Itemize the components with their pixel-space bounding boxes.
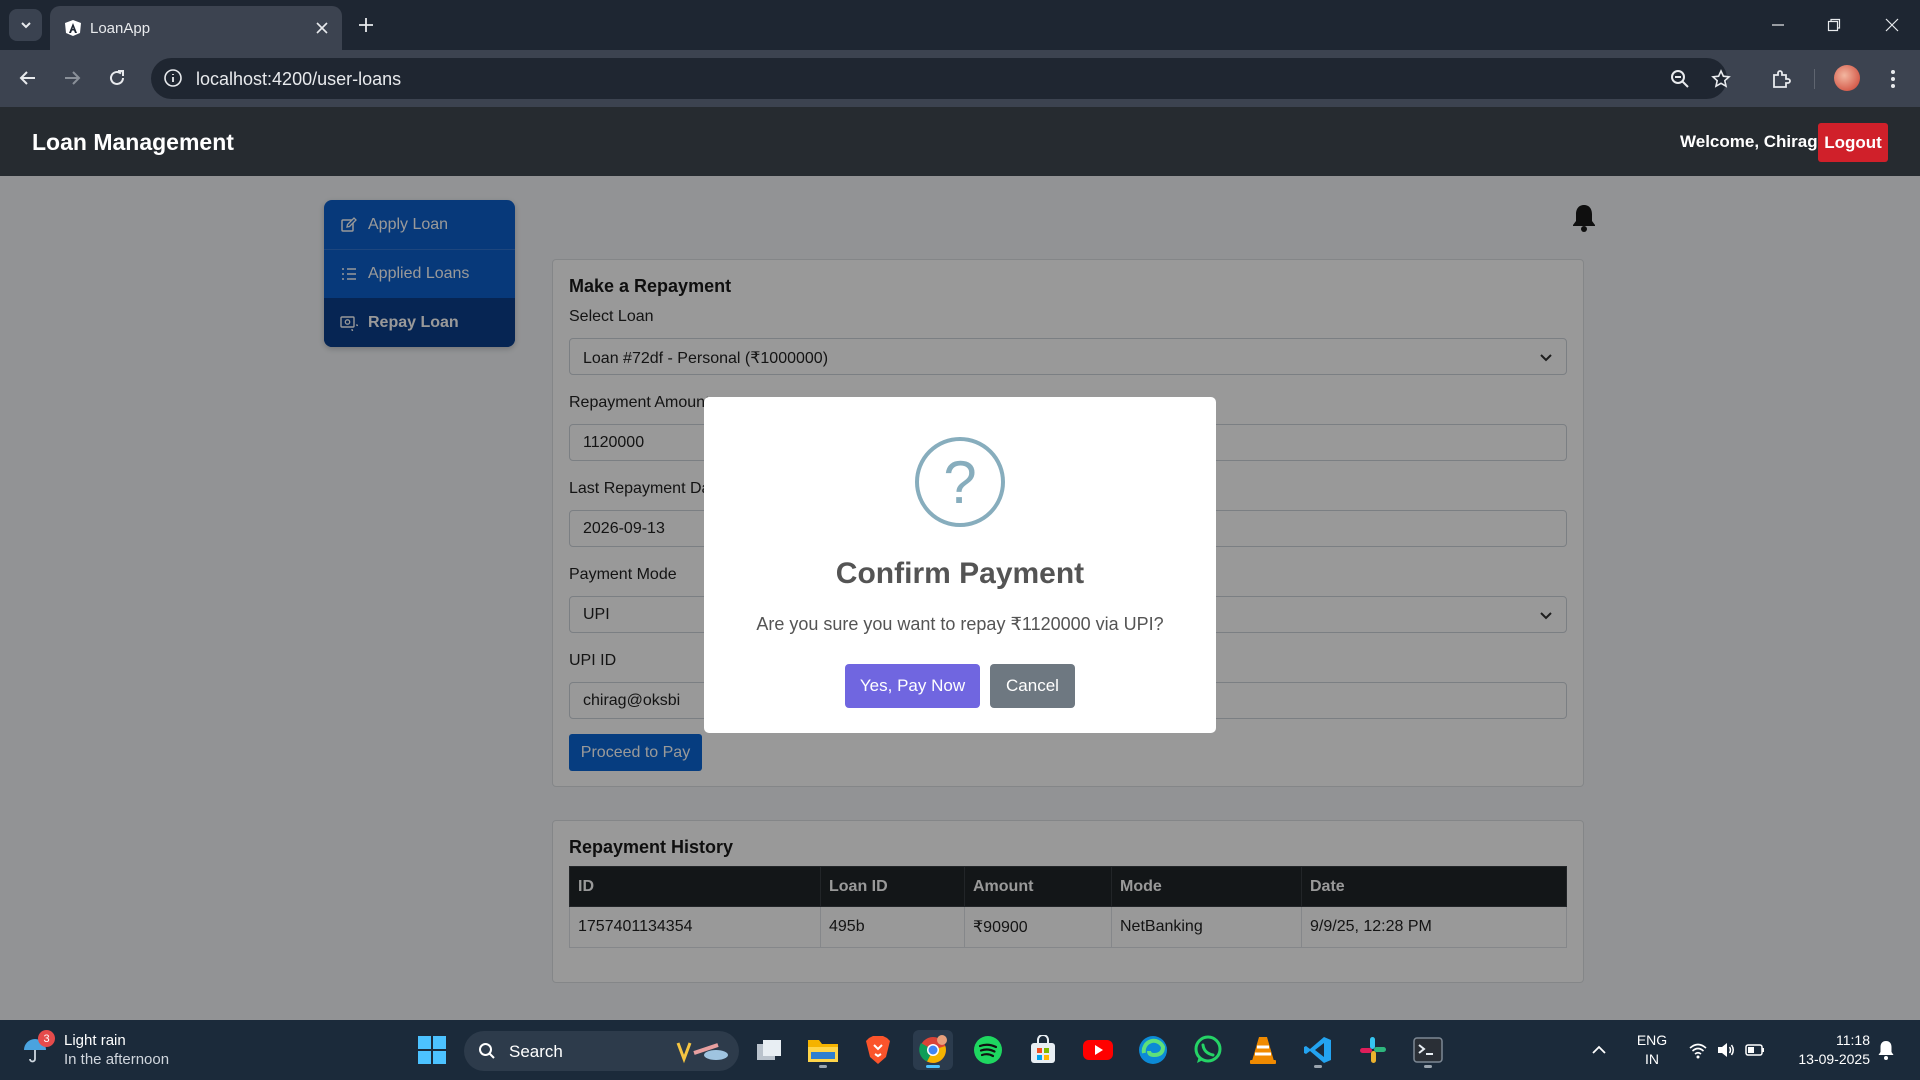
youtube-icon (1083, 1040, 1113, 1060)
spotify-icon (974, 1036, 1002, 1064)
weather-badge: 3 (38, 1030, 55, 1047)
vlc-cone-icon (1250, 1037, 1276, 1064)
windows-logo-icon (418, 1036, 446, 1064)
wifi-icon[interactable] (1688, 1040, 1708, 1060)
store-icon (1031, 1035, 1055, 1063)
language-indicator[interactable]: ENG IN (1636, 1031, 1668, 1069)
weather-forecast: In the afternoon (64, 1051, 170, 1068)
taskbar-app-vlc[interactable] (1243, 1030, 1283, 1070)
welcome-text: Welcome, Chirag (1680, 132, 1818, 151)
volume-icon[interactable] (1716, 1040, 1736, 1060)
app-navbar: Loan Management Welcome, Chirag Logout (0, 107, 1920, 176)
angular-favicon-icon (65, 20, 81, 36)
confirm-pay-button[interactable]: Yes, Pay Now (845, 664, 980, 708)
taskbar-app-file-explorer[interactable] (803, 1030, 843, 1070)
search-highlight-icon (676, 1042, 728, 1064)
language-region: IN (1645, 1051, 1659, 1067)
zoom-button[interactable] (1668, 67, 1692, 91)
chevron-down-icon (20, 22, 31, 29)
new-tab-button[interactable] (352, 11, 380, 39)
profile-avatar[interactable] (1834, 65, 1860, 91)
chevron-up-icon[interactable] (1589, 1040, 1609, 1060)
taskbar-app-terminal[interactable] (1408, 1030, 1448, 1070)
running-indicator (1314, 1065, 1322, 1068)
vscode-icon (1304, 1037, 1331, 1063)
tab-search-button[interactable] (9, 9, 42, 41)
minimize-button[interactable] (1758, 10, 1798, 40)
tab-title: LoanApp (90, 20, 151, 37)
taskbar-app-vscode[interactable] (1298, 1030, 1338, 1070)
zoom-out-icon (1671, 70, 1689, 88)
task-view-icon (757, 1040, 781, 1060)
taskbar-app-youtube[interactable] (1078, 1030, 1118, 1070)
taskbar-app-edge[interactable] (1133, 1030, 1173, 1070)
minimize-icon (1772, 24, 1784, 26)
clock-time: 11:18 (1836, 1032, 1870, 1048)
windows-taskbar: 3 Light rain In the afternoon Search ENG… (0, 1020, 1920, 1080)
brand-title[interactable]: Loan Management (32, 129, 234, 156)
notification-bell-icon[interactable] (1876, 1039, 1896, 1061)
restore-button[interactable] (1814, 10, 1854, 40)
taskbar-app-store[interactable] (1023, 1030, 1063, 1070)
close-window-button[interactable] (1872, 10, 1912, 40)
edge-icon (1139, 1036, 1167, 1064)
browser-tab-bar: LoanApp (0, 0, 1920, 50)
brave-lion-icon (866, 1036, 890, 1064)
taskbar-app-whatsapp[interactable] (1188, 1030, 1228, 1070)
clock-date: 13-09-2025 (1798, 1051, 1870, 1067)
back-button[interactable] (12, 62, 44, 94)
toolbar-divider (1814, 69, 1815, 89)
slack-icon (1360, 1037, 1386, 1063)
taskbar-app-spotify[interactable] (968, 1030, 1008, 1070)
reload-button[interactable] (101, 62, 133, 94)
arrow-left-icon (19, 71, 35, 85)
search-icon (479, 1043, 495, 1059)
system-clock[interactable]: 11:18 13-09-2025 (1780, 1031, 1870, 1069)
forward-button[interactable] (56, 62, 88, 94)
tab-close-button[interactable] (312, 18, 332, 38)
weather-widget[interactable]: 3 Light rain In the afternoon (22, 1030, 202, 1070)
chrome-icon (919, 1035, 947, 1063)
whatsapp-icon (1194, 1035, 1222, 1063)
taskbar-search[interactable]: Search (464, 1031, 739, 1071)
plus-icon (359, 18, 373, 32)
dialog-message: Are you sure you want to repay ₹1120000 … (756, 614, 1164, 634)
terminal-icon (1413, 1037, 1443, 1063)
browser-menu-button[interactable] (1878, 64, 1908, 94)
running-indicator (819, 1065, 827, 1068)
dialog-title: Confirm Payment (835, 557, 1085, 590)
url-text[interactable]: localhost:4200/user-loans (196, 69, 401, 90)
extensions-button[interactable] (1766, 64, 1796, 94)
task-view-button[interactable] (749, 1030, 789, 1070)
site-info-icon[interactable] (163, 68, 183, 88)
weather-condition: Light rain (64, 1032, 126, 1049)
star-icon (1711, 69, 1731, 88)
logout-button[interactable]: Logout (1818, 123, 1888, 162)
taskbar-app-slack[interactable] (1353, 1030, 1393, 1070)
address-bar[interactable]: localhost:4200/user-loans (151, 58, 1731, 99)
puzzle-icon (1773, 70, 1791, 88)
reload-icon (110, 70, 124, 85)
close-icon (1885, 18, 1899, 32)
taskbar-app-chrome[interactable] (913, 1030, 953, 1070)
close-icon (316, 22, 328, 34)
browser-toolbar: localhost:4200/user-loans (0, 50, 1920, 107)
running-indicator (1424, 1065, 1432, 1068)
more-vertical-icon (1891, 70, 1895, 88)
language-code: ENG (1636, 1032, 1668, 1048)
active-indicator (926, 1065, 940, 1068)
battery-icon[interactable] (1745, 1040, 1765, 1060)
confirm-payment-dialog: ? Confirm Payment Are you sure you want … (704, 397, 1216, 733)
bookmark-button[interactable] (1709, 67, 1733, 91)
folder-icon (808, 1040, 838, 1062)
browser-tab-active[interactable]: LoanApp (50, 6, 342, 50)
arrow-right-icon (65, 71, 81, 85)
start-button[interactable] (412, 1030, 452, 1070)
question-icon: ? (915, 437, 1005, 527)
taskbar-app-brave[interactable] (858, 1030, 898, 1070)
cancel-button[interactable]: Cancel (990, 664, 1075, 708)
restore-icon (1827, 18, 1841, 32)
search-placeholder: Search (509, 1042, 563, 1061)
